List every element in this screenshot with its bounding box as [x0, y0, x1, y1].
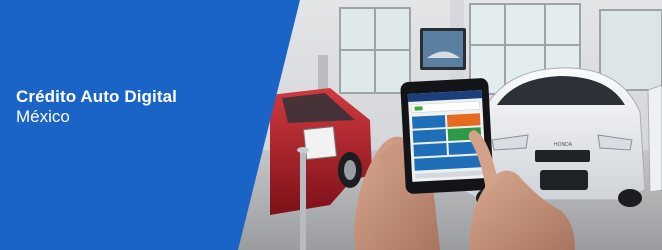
promo-banner[interactable]: HONDA Crédito Auto Digital México	[0, 0, 662, 250]
banner-heading: Crédito Auto Digital México	[16, 87, 177, 127]
banner-subtitle: México	[16, 107, 70, 126]
wall-tv	[420, 28, 466, 70]
car-logo-text: HONDA	[554, 142, 573, 148]
banner-title: Crédito Auto Digital	[16, 87, 177, 106]
